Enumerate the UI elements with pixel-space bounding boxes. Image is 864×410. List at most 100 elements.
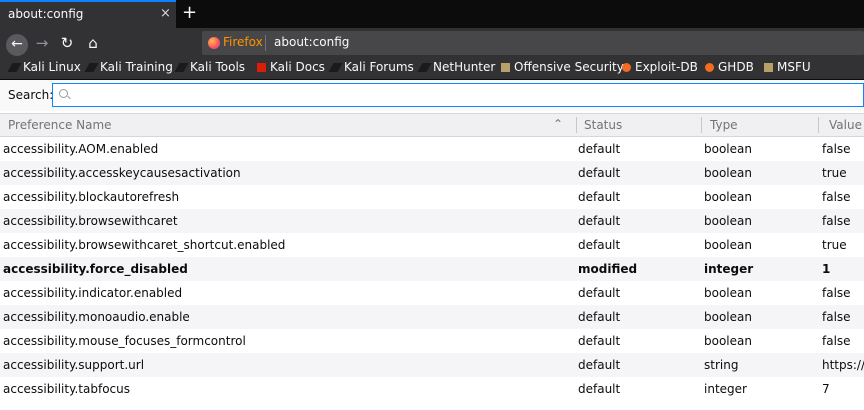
pref-value: false — [822, 214, 851, 228]
bookmark-item[interactable]: NetHunter — [417, 60, 495, 74]
pref-name: accessibility.accesskeycausesactivation — [3, 166, 241, 180]
pref-value: false — [822, 142, 851, 156]
column-header: Preference Name ⌃ Status Type Value — [0, 113, 864, 137]
table-row[interactable]: accessibility.browsewithcaret_shortcut.e… — [0, 233, 864, 257]
pref-name: accessibility.tabfocus — [3, 382, 130, 396]
bookmarks-toolbar: Kali Linux Kali Training Kali Tools Kali… — [0, 58, 864, 80]
pref-type: boolean — [704, 310, 752, 324]
kali-dragon-icon — [84, 63, 99, 72]
pref-name: accessibility.support.url — [3, 358, 145, 372]
search-icon — [59, 89, 68, 98]
exploitdb-icon — [705, 63, 714, 72]
pref-status: default — [578, 190, 621, 204]
table-row[interactable]: accessibility.AOM.enabled default boolean f… — [0, 137, 864, 161]
search-box[interactable] — [52, 83, 864, 107]
column-preference-name[interactable]: Preference Name — [8, 118, 112, 132]
pref-type: boolean — [704, 334, 752, 348]
bookmark-item[interactable]: Offensive Security — [501, 60, 624, 74]
bookmark-item[interactable]: Kali Forums — [328, 60, 414, 74]
pref-name: accessibility.AOM.enabled — [3, 142, 159, 156]
back-button[interactable]: ← — [4, 28, 30, 58]
pref-status: default — [578, 214, 621, 228]
pref-type: boolean — [704, 166, 752, 180]
column-value[interactable]: Value — [829, 118, 862, 132]
pref-type: boolean — [704, 142, 752, 156]
pref-value: true — [822, 166, 847, 180]
exploitdb-icon — [622, 63, 631, 72]
pref-status: default — [578, 358, 621, 372]
bookmark-item[interactable]: MSFU — [764, 60, 811, 74]
pref-status: default — [578, 310, 621, 324]
table-row[interactable]: accessibility.monoaudio.enable default boo… — [0, 305, 864, 329]
column-status[interactable]: Status — [584, 118, 622, 132]
kali-dragon-icon — [328, 63, 343, 72]
pref-name: accessibility.browsewithcaret_shortcut.e… — [3, 238, 286, 252]
pref-status: default — [578, 238, 621, 252]
search-input[interactable] — [75, 86, 855, 104]
bookmark-item[interactable]: Kali Tools — [174, 60, 245, 74]
table-row[interactable]: accessibility.force_disabled modified inte… — [0, 257, 864, 281]
new-tab-icon[interactable]: + — [182, 2, 197, 23]
pref-name: accessibility.mouse_focuses_formcontrol — [3, 334, 246, 348]
pref-name: accessibility.force_disabled — [3, 262, 188, 276]
pref-value: false — [822, 190, 851, 204]
bookmark-item[interactable]: Kali Training — [84, 60, 173, 74]
tab-close-icon[interactable]: × — [160, 6, 171, 21]
column-type[interactable]: Type — [710, 118, 738, 132]
table-row[interactable]: accessibility.support.url default string ht… — [0, 353, 864, 377]
pref-type: boolean — [704, 238, 752, 252]
pref-status: modified — [578, 262, 638, 276]
preferences-table: accessibility.AOM.enabled default boolean f… — [0, 137, 864, 401]
pref-status: default — [578, 166, 621, 180]
pref-type: boolean — [704, 214, 752, 228]
search-label: Search: — [8, 88, 54, 102]
table-row[interactable]: accessibility.tabfocus default integer 7 — [0, 377, 864, 401]
forward-icon[interactable]: → — [32, 28, 52, 58]
table-row[interactable]: accessibility.browsewithcaret default bool… — [0, 209, 864, 233]
column-divider[interactable] — [576, 117, 577, 133]
firefox-logo-icon — [208, 37, 220, 49]
pref-value: false — [822, 310, 851, 324]
column-divider[interactable] — [818, 117, 819, 133]
identity-label[interactable]: Firefox — [223, 35, 263, 49]
sort-ascending-icon: ⌃ — [553, 117, 564, 131]
bookmark-item[interactable]: GHDB — [705, 60, 754, 74]
bookmark-item[interactable]: Exploit-DB — [622, 60, 698, 74]
url-divider — [265, 35, 266, 51]
url-bar[interactable]: Firefox about:config — [202, 31, 864, 55]
kali-docs-icon — [257, 63, 266, 72]
tab-title: about:config — [8, 7, 84, 21]
table-row[interactable]: accessibility.mouse_focuses_formcontrol d… — [0, 329, 864, 353]
table-row[interactable]: accessibility.indicator.enabled default bo… — [0, 281, 864, 305]
bookmark-item[interactable]: Kali Docs — [257, 60, 325, 74]
pref-value: 7 — [822, 382, 830, 396]
pref-name: accessibility.blockautorefresh — [3, 190, 180, 204]
kali-dragon-icon — [7, 63, 22, 72]
offsec-icon — [501, 63, 510, 72]
pref-name: accessibility.monoaudio.enable — [3, 310, 190, 324]
tab-about-config[interactable]: about:config × — [0, 0, 176, 28]
pref-name: accessibility.browsewithcaret — [3, 214, 178, 228]
table-row[interactable]: accessibility.accesskeycausesactivation d… — [0, 161, 864, 185]
pref-type: boolean — [704, 190, 752, 204]
url-text[interactable]: about:config — [274, 35, 349, 49]
column-divider[interactable] — [701, 117, 702, 133]
pref-value: false — [822, 334, 851, 348]
pref-type: integer — [704, 382, 747, 396]
home-icon[interactable]: ⌂ — [82, 28, 104, 58]
pref-value: https://s — [822, 358, 864, 372]
pref-value: 1 — [822, 262, 831, 276]
pref-status: default — [578, 382, 621, 396]
pref-type: string — [704, 358, 739, 372]
tab-strip: about:config × + — [0, 0, 864, 28]
kali-dragon-icon — [174, 63, 189, 72]
bookmark-item[interactable]: Kali Linux — [7, 60, 81, 74]
pref-value: false — [822, 286, 851, 300]
pref-type: boolean — [704, 286, 752, 300]
pref-value: true — [822, 238, 847, 252]
offsec-icon — [764, 63, 773, 72]
reload-icon[interactable]: ↻ — [56, 28, 78, 58]
table-row[interactable]: accessibility.blockautorefresh default boo… — [0, 185, 864, 209]
pref-name: accessibility.indicator.enabled — [3, 286, 183, 300]
back-arrow-icon: ← — [6, 34, 28, 56]
